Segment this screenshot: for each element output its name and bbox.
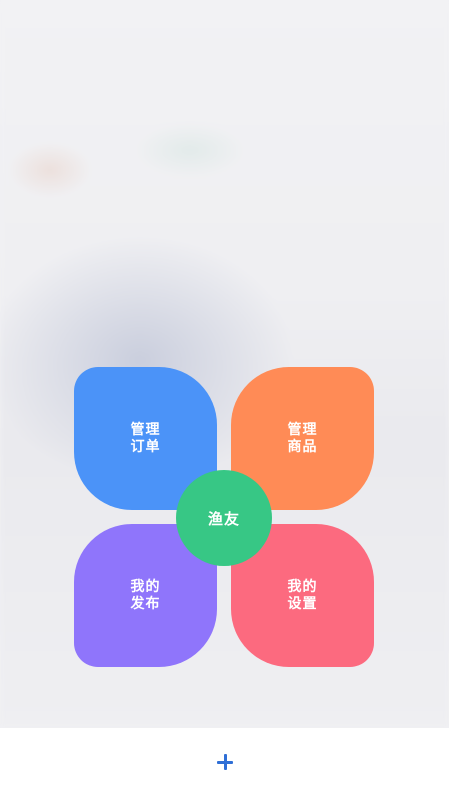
manage-orders-label-line2: 订单 bbox=[130, 438, 161, 455]
fishing-friends-label: 渔友 bbox=[207, 509, 240, 528]
quick-action-menu: 管理 订单 管理 商品 我的 发布 我的 设置 渔友 bbox=[74, 367, 374, 668]
fishing-friends-button[interactable]: 渔友 bbox=[176, 470, 272, 566]
plus-icon-vertical bbox=[223, 754, 227, 770]
manage-products-label: 管理 商品 bbox=[288, 422, 318, 456]
close-menu-button[interactable] bbox=[208, 745, 242, 779]
my-settings-label: 我的 设置 bbox=[288, 579, 318, 613]
manage-orders-label-line1: 管理 bbox=[130, 421, 161, 438]
my-settings-label-line1: 我的 bbox=[287, 578, 318, 595]
manage-products-label-line1: 管理 bbox=[287, 421, 318, 438]
manage-orders-label: 管理 订单 bbox=[131, 422, 161, 456]
bottom-bar bbox=[0, 728, 449, 800]
manage-products-label-line2: 商品 bbox=[287, 438, 318, 455]
my-posts-label: 我的 发布 bbox=[131, 579, 161, 613]
my-settings-label-line2: 设置 bbox=[287, 595, 318, 612]
my-posts-label-line1: 我的 bbox=[130, 578, 161, 595]
my-posts-label-line2: 发布 bbox=[130, 595, 161, 612]
